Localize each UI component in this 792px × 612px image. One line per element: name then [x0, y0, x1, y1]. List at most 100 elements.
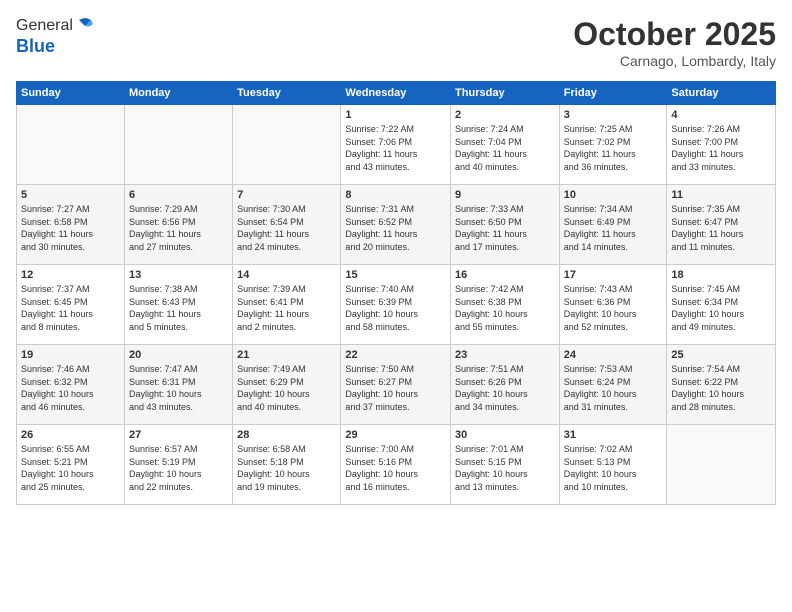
day-number: 20 [129, 349, 228, 361]
table-row: 10Sunrise: 7:34 AMSunset: 6:49 PMDayligh… [559, 185, 667, 265]
day-number: 10 [564, 189, 663, 201]
day-info-text: Sunrise: 7:37 AM [21, 283, 120, 296]
day-number: 1 [345, 109, 446, 121]
day-info-text: Daylight: 11 hours [564, 148, 663, 161]
day-info-text: Sunrise: 7:30 AM [237, 203, 336, 216]
day-info-text: and 49 minutes. [671, 321, 771, 334]
day-info-text: Daylight: 10 hours [237, 388, 336, 401]
table-row: 4Sunrise: 7:26 AMSunset: 7:00 PMDaylight… [667, 105, 776, 185]
day-info-text: and 46 minutes. [21, 401, 120, 414]
day-info-text: Sunset: 6:43 PM [129, 296, 228, 309]
day-number: 12 [21, 269, 120, 281]
day-number: 27 [129, 429, 228, 441]
day-info-text: and 34 minutes. [455, 401, 555, 414]
day-info-text: Sunset: 6:41 PM [237, 296, 336, 309]
day-number: 26 [21, 429, 120, 441]
day-info-text: and 36 minutes. [564, 161, 663, 174]
logo-icon [75, 16, 95, 36]
calendar: Sunday Monday Tuesday Wednesday Thursday… [16, 81, 776, 505]
day-info-text: and 8 minutes. [21, 321, 120, 334]
day-info-text: and 19 minutes. [237, 481, 336, 494]
day-info-text: Sunrise: 7:51 AM [455, 363, 555, 376]
table-row: 28Sunrise: 6:58 AMSunset: 5:18 PMDayligh… [233, 425, 341, 505]
day-info-text: Sunset: 6:38 PM [455, 296, 555, 309]
day-info-text: and 40 minutes. [237, 401, 336, 414]
day-info-text: Daylight: 10 hours [455, 468, 555, 481]
table-row: 16Sunrise: 7:42 AMSunset: 6:38 PMDayligh… [451, 265, 560, 345]
day-info-text: Daylight: 10 hours [129, 468, 228, 481]
day-info-text: and 40 minutes. [455, 161, 555, 174]
day-info-text: Sunrise: 7:50 AM [345, 363, 446, 376]
table-row [17, 105, 125, 185]
day-info-text: Sunset: 6:47 PM [671, 216, 771, 229]
day-info-text: Sunset: 6:54 PM [237, 216, 336, 229]
day-info-text: Sunset: 6:34 PM [671, 296, 771, 309]
table-row: 15Sunrise: 7:40 AMSunset: 6:39 PMDayligh… [341, 265, 451, 345]
table-row: 25Sunrise: 7:54 AMSunset: 6:22 PMDayligh… [667, 345, 776, 425]
day-info-text: Sunset: 5:18 PM [237, 456, 336, 469]
day-info-text: and 24 minutes. [237, 241, 336, 254]
weekday-header-row: Sunday Monday Tuesday Wednesday Thursday… [17, 82, 776, 105]
day-info-text: Daylight: 10 hours [671, 388, 771, 401]
table-row: 5Sunrise: 7:27 AMSunset: 6:58 PMDaylight… [17, 185, 125, 265]
day-info-text: and 27 minutes. [129, 241, 228, 254]
table-row: 31Sunrise: 7:02 AMSunset: 5:13 PMDayligh… [559, 425, 667, 505]
day-info-text: Daylight: 10 hours [237, 468, 336, 481]
day-info-text: Daylight: 11 hours [237, 308, 336, 321]
table-row: 21Sunrise: 7:49 AMSunset: 6:29 PMDayligh… [233, 345, 341, 425]
day-number: 3 [564, 109, 663, 121]
day-info-text: Sunrise: 6:55 AM [21, 443, 120, 456]
day-info-text: Sunset: 6:50 PM [455, 216, 555, 229]
day-info-text: Sunrise: 6:58 AM [237, 443, 336, 456]
day-info-text: Daylight: 10 hours [564, 468, 663, 481]
day-info-text: Sunrise: 7:29 AM [129, 203, 228, 216]
month-title: October 2025 [573, 16, 776, 53]
col-wednesday: Wednesday [341, 82, 451, 105]
day-info-text: Daylight: 10 hours [129, 388, 228, 401]
day-info-text: Daylight: 11 hours [129, 228, 228, 241]
day-number: 24 [564, 349, 663, 361]
day-info-text: Sunrise: 7:40 AM [345, 283, 446, 296]
table-row: 22Sunrise: 7:50 AMSunset: 6:27 PMDayligh… [341, 345, 451, 425]
table-row [233, 105, 341, 185]
col-saturday: Saturday [667, 82, 776, 105]
day-info-text: Sunrise: 7:46 AM [21, 363, 120, 376]
day-info-text: Daylight: 11 hours [21, 308, 120, 321]
table-row: 8Sunrise: 7:31 AMSunset: 6:52 PMDaylight… [341, 185, 451, 265]
day-info-text: Sunset: 5:21 PM [21, 456, 120, 469]
col-monday: Monday [124, 82, 232, 105]
table-row: 14Sunrise: 7:39 AMSunset: 6:41 PMDayligh… [233, 265, 341, 345]
day-number: 4 [671, 109, 771, 121]
day-info-text: Sunrise: 7:43 AM [564, 283, 663, 296]
table-row: 19Sunrise: 7:46 AMSunset: 6:32 PMDayligh… [17, 345, 125, 425]
day-info-text: and 37 minutes. [345, 401, 446, 414]
day-info-text: and 43 minutes. [345, 161, 446, 174]
day-number: 17 [564, 269, 663, 281]
table-row: 11Sunrise: 7:35 AMSunset: 6:47 PMDayligh… [667, 185, 776, 265]
day-info-text: and 10 minutes. [564, 481, 663, 494]
day-info-text: and 52 minutes. [564, 321, 663, 334]
day-info-text: Sunrise: 6:57 AM [129, 443, 228, 456]
day-info-text: Sunrise: 7:35 AM [671, 203, 771, 216]
day-info-text: Sunset: 6:52 PM [345, 216, 446, 229]
logo-blue-text: Blue [16, 36, 95, 57]
day-info-text: Daylight: 10 hours [564, 308, 663, 321]
day-info-text: Sunset: 5:19 PM [129, 456, 228, 469]
day-info-text: Daylight: 11 hours [21, 228, 120, 241]
day-info-text: Sunset: 6:31 PM [129, 376, 228, 389]
day-number: 23 [455, 349, 555, 361]
table-row: 13Sunrise: 7:38 AMSunset: 6:43 PMDayligh… [124, 265, 232, 345]
day-number: 13 [129, 269, 228, 281]
day-number: 16 [455, 269, 555, 281]
day-info-text: Sunset: 6:49 PM [564, 216, 663, 229]
day-info-text: and 58 minutes. [345, 321, 446, 334]
day-info-text: Daylight: 10 hours [21, 388, 120, 401]
day-info-text: Sunrise: 7:26 AM [671, 123, 771, 136]
day-number: 31 [564, 429, 663, 441]
day-info-text: and 33 minutes. [671, 161, 771, 174]
title-section: October 2025 Carnago, Lombardy, Italy [573, 16, 776, 69]
day-info-text: and 17 minutes. [455, 241, 555, 254]
day-info-text: Daylight: 11 hours [237, 228, 336, 241]
day-number: 6 [129, 189, 228, 201]
day-info-text: and 14 minutes. [564, 241, 663, 254]
